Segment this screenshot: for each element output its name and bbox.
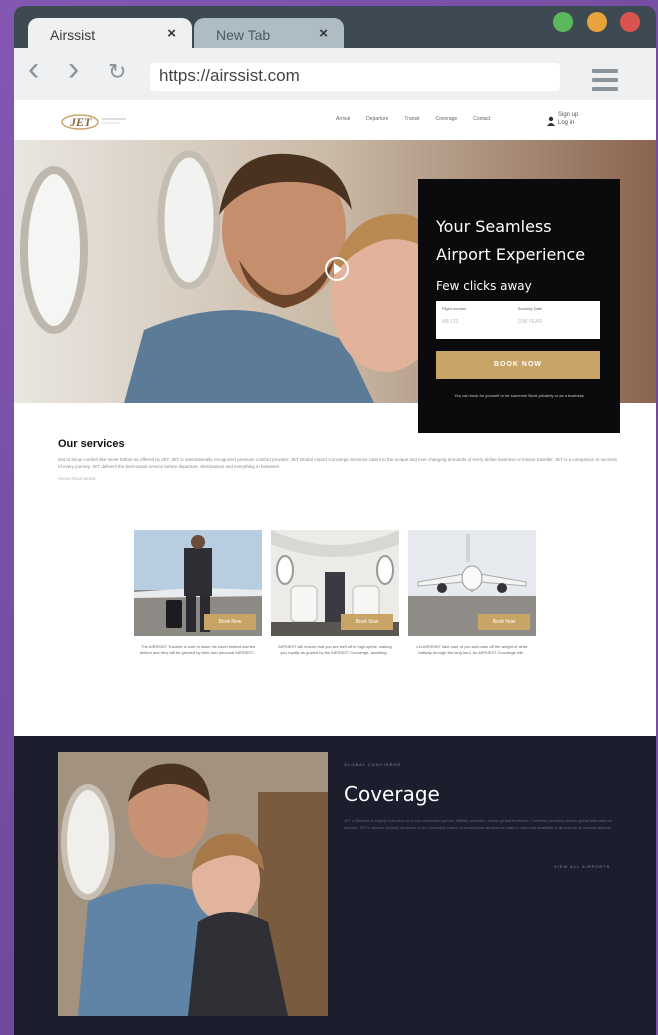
tab-bar: Airssist × New Tab ×: [14, 6, 656, 48]
close-tab-icon[interactable]: ×: [167, 25, 176, 42]
tab-label: Airssist: [50, 27, 96, 43]
window-close-button[interactable]: [620, 12, 640, 32]
forward-icon[interactable]: ›: [68, 52, 79, 86]
nav-contact[interactable]: Contact: [473, 116, 490, 122]
nav-transit[interactable]: Transit: [404, 116, 419, 122]
book-now-button[interactable]: BOOK NOW: [436, 351, 600, 379]
menu-icon[interactable]: [592, 69, 618, 96]
booking-date-field[interactable]: Booking Date D/M YEAR: [518, 306, 594, 334]
user-icon[interactable]: [547, 113, 555, 126]
field-value: AB 123: [442, 319, 459, 325]
flight-number-field[interactable]: Flight number AB 123: [442, 306, 518, 334]
field-label: Flight number: [442, 306, 467, 311]
services-section: Our services Get to know comfort like ne…: [58, 438, 618, 481]
tab-label: New Tab: [216, 27, 271, 43]
browser-window: Airssist × New Tab × ‹ › ↻ https://airss…: [14, 6, 656, 1035]
address-bar: ‹ › ↻ https://airssist.com: [14, 48, 656, 100]
nav-coverage[interactable]: Coverage: [436, 116, 458, 122]
service-cards: Book Now The AIRSSIST Traveler is sure t…: [134, 530, 536, 656]
window-maximize-button[interactable]: [553, 12, 573, 32]
card-book-button[interactable]: Book Now: [478, 614, 530, 630]
nav-arrival[interactable]: Arrival: [336, 116, 350, 122]
booking-note: You can book for yourself or for someone…: [454, 393, 584, 398]
coverage-body: JET's Network is largely extensive as it…: [344, 818, 613, 830]
card-text: Let AIRSSIST take care of you and ease o…: [416, 644, 528, 655]
site-nav: Arrival Departure Transit Coverage Conta…: [336, 116, 490, 122]
hero-title-line1: Your Seamless: [436, 217, 552, 236]
signup-link[interactable]: Sign up: [558, 111, 578, 119]
window-minimize-button[interactable]: [587, 12, 607, 32]
jet-logo[interactable]: JET: [60, 110, 130, 132]
hero-title-line2: Airport Experience: [436, 245, 586, 264]
tab-new-tab[interactable]: New Tab ×: [194, 18, 344, 48]
login-link[interactable]: Log in: [558, 119, 578, 127]
field-value: D/M YEAR: [518, 319, 543, 325]
card-image: Book Now: [408, 530, 536, 636]
auth-links: Sign up Log in: [558, 111, 578, 127]
web-page: JET Arrival Departure Transit Coverage C…: [14, 100, 656, 1035]
card-image: Book Now: [271, 530, 399, 636]
coverage-title: Coverage: [344, 782, 440, 806]
booking-fields: Flight number AB 123 Booking Date D/M YE…: [436, 301, 600, 339]
nav-departure[interactable]: Departure: [366, 116, 388, 122]
service-card: Book Now AIRSSIST will ensure that you a…: [271, 530, 399, 656]
close-tab-icon[interactable]: ×: [319, 25, 328, 42]
service-card: Book Now The AIRSSIST Traveler is sure t…: [134, 530, 262, 656]
logo-text: JET: [69, 115, 92, 129]
reload-icon[interactable]: ↻: [108, 61, 126, 83]
card-book-button[interactable]: Book Now: [204, 614, 256, 630]
card-text: AIRSSIST will ensure that you are well o…: [278, 644, 392, 655]
view-airports-link[interactable]: VIEW ALL AIRPORTS: [554, 864, 610, 869]
site-header: JET Arrival Departure Transit Coverage C…: [14, 100, 656, 140]
service-card: Book Now Let AIRSSIST take care of you a…: [408, 530, 536, 656]
coverage-kicker: GLOBAL CONCIERGE: [344, 762, 402, 767]
hero-subtitle: Few clicks away: [436, 279, 532, 293]
tab-airssist[interactable]: Airssist ×: [28, 18, 192, 48]
field-label: Booking Date: [518, 306, 543, 311]
services-heading: Our services: [58, 438, 125, 450]
card-book-button[interactable]: Book Now: [341, 614, 393, 630]
card-text: The AIRSSIST Traveler is sure to leave h…: [139, 644, 257, 655]
back-icon[interactable]: ‹: [28, 52, 39, 86]
read-more-link[interactable]: SHOW READ MORE: [58, 476, 618, 481]
coverage-image: [58, 752, 328, 1016]
card-image: Book Now: [134, 530, 262, 636]
services-body: Get to know comfort like never before as…: [58, 457, 617, 469]
booking-panel: Your Seamless Airport Experience Few cli…: [418, 179, 620, 433]
url-input[interactable]: https://airssist.com: [150, 63, 560, 91]
coverage-section: GLOBAL CONCIERGE Coverage JET's Network …: [14, 736, 656, 1035]
